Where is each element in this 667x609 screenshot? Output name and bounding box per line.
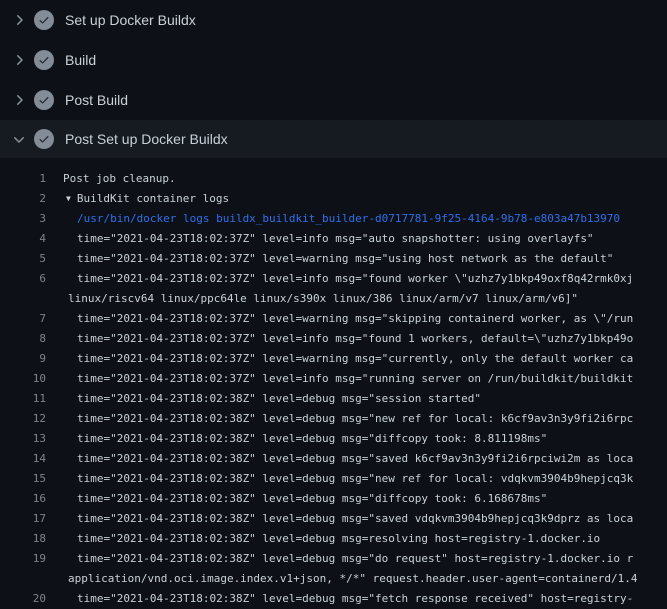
step-row-build[interactable]: Build: [0, 40, 667, 80]
log-line-continuation: linux/riscv64 linux/ppc64le linux/s390x …: [0, 289, 667, 309]
step-label: Set up Docker Buildx: [65, 12, 196, 28]
log-line: 3/usr/bin/docker logs buildx_buildkit_bu…: [0, 209, 667, 229]
log-line-number[interactable]: 5: [0, 249, 46, 269]
log-line: 16time="2021-04-23T18:02:38Z" level=debu…: [0, 489, 667, 509]
log-line-number[interactable]: 20: [0, 589, 46, 609]
log-line-number[interactable]: 6: [0, 269, 46, 289]
log-line-text: time="2021-04-23T18:02:38Z" level=debug …: [46, 489, 547, 509]
log-line-text: time="2021-04-23T18:02:38Z" level=debug …: [46, 449, 633, 469]
log-line: 8time="2021-04-23T18:02:37Z" level=info …: [0, 329, 667, 349]
log-line: 5time="2021-04-23T18:02:37Z" level=warni…: [0, 249, 667, 269]
step-row-set-up-docker-buildx[interactable]: Set up Docker Buildx: [0, 0, 667, 40]
triangle-down-icon[interactable]: ▼: [66, 189, 71, 209]
log-line-number[interactable]: 10: [0, 369, 46, 389]
log-line: 12time="2021-04-23T18:02:38Z" level=debu…: [0, 409, 667, 429]
log-line-text: time="2021-04-23T18:02:38Z" level=debug …: [46, 529, 600, 549]
log-line-text: time="2021-04-23T18:02:37Z" level=warnin…: [46, 309, 633, 329]
log-line-text: time="2021-04-23T18:02:37Z" level=warnin…: [46, 249, 613, 269]
log-group-title[interactable]: BuildKit container logs: [77, 192, 229, 205]
log-line: 10time="2021-04-23T18:02:37Z" level=info…: [0, 369, 667, 389]
log-line-number[interactable]: 17: [0, 509, 46, 529]
log-line-text: Post job cleanup.: [46, 169, 176, 189]
log-line-text: time="2021-04-23T18:02:38Z" level=debug …: [46, 389, 481, 409]
log-line-text: time="2021-04-23T18:02:38Z" level=debug …: [46, 589, 633, 609]
log-line-continuation: application/vnd.oci.image.index.v1+json,…: [0, 569, 667, 589]
log-viewer: 1Post job cleanup.2 ▼ BuildKit container l…: [0, 158, 667, 609]
log-line-number[interactable]: 15: [0, 469, 46, 489]
log-line-number[interactable]: 7: [0, 309, 46, 329]
log-line: 20time="2021-04-23T18:02:38Z" level=debu…: [0, 589, 667, 609]
check-circle-icon: [34, 50, 54, 70]
log-line: 13time="2021-04-23T18:02:38Z" level=debu…: [0, 429, 667, 449]
log-line-text: application/vnd.oci.image.index.v1+json,…: [46, 569, 638, 589]
log-line-number[interactable]: 2: [0, 189, 46, 209]
log-line: 18time="2021-04-23T18:02:38Z" level=debu…: [0, 529, 667, 549]
log-line: 11time="2021-04-23T18:02:38Z" level=debu…: [0, 389, 667, 409]
log-line: 15time="2021-04-23T18:02:38Z" level=debu…: [0, 469, 667, 489]
log-line-text: ▼ BuildKit container logs: [46, 189, 229, 209]
log-line-text: time="2021-04-23T18:02:37Z" level=info m…: [46, 269, 633, 289]
log-line-number[interactable]: 9: [0, 349, 46, 369]
chevron-down-icon: [11, 131, 27, 147]
log-line-text: time="2021-04-23T18:02:37Z" level=info m…: [46, 329, 633, 349]
log-line: 7time="2021-04-23T18:02:37Z" level=warni…: [0, 309, 667, 329]
log-line-number[interactable]: 16: [0, 489, 46, 509]
step-label: Post Build: [65, 92, 128, 108]
chevron-right-icon: [11, 92, 27, 108]
log-line-number[interactable]: 18: [0, 529, 46, 549]
log-line-text: time="2021-04-23T18:02:38Z" level=debug …: [46, 469, 633, 489]
log-line-number: [0, 289, 46, 309]
log-line-number[interactable]: 13: [0, 429, 46, 449]
log-line-number[interactable]: 3: [0, 209, 46, 229]
chevron-right-icon: [11, 52, 27, 68]
log-line-number[interactable]: 12: [0, 409, 46, 429]
log-line-text: linux/riscv64 linux/ppc64le linux/s390x …: [46, 289, 578, 309]
log-line-number: [0, 569, 46, 589]
check-circle-icon: [34, 10, 54, 30]
steps-list: Set up Docker Buildx Build Post Build Po…: [0, 0, 667, 158]
step-label: Build: [65, 52, 96, 68]
log-line: 1Post job cleanup.: [0, 169, 667, 189]
log-line-text: time="2021-04-23T18:02:38Z" level=debug …: [46, 509, 633, 529]
check-circle-icon: [34, 129, 54, 149]
step-label: Post Set up Docker Buildx: [65, 131, 228, 147]
log-line-number[interactable]: 4: [0, 229, 46, 249]
log-line-number[interactable]: 1: [0, 169, 46, 189]
log-line-text: time="2021-04-23T18:02:37Z" level=warnin…: [46, 349, 633, 369]
log-line-number[interactable]: 11: [0, 389, 46, 409]
check-circle-icon: [34, 90, 54, 110]
log-line-text: time="2021-04-23T18:02:37Z" level=info m…: [46, 229, 594, 249]
log-line: 4time="2021-04-23T18:02:37Z" level=info …: [0, 229, 667, 249]
step-row-post-build[interactable]: Post Build: [0, 80, 667, 120]
log-line-number[interactable]: 19: [0, 549, 46, 569]
log-line-number[interactable]: 8: [0, 329, 46, 349]
log-line: 14time="2021-04-23T18:02:38Z" level=debu…: [0, 449, 667, 469]
log-line-text: time="2021-04-23T18:02:38Z" level=debug …: [46, 409, 633, 429]
log-line: 19time="2021-04-23T18:02:38Z" level=debu…: [0, 549, 667, 569]
step-row-post-set-up-docker-buildx[interactable]: Post Set up Docker Buildx: [0, 120, 667, 158]
log-line: 9time="2021-04-23T18:02:37Z" level=warni…: [0, 349, 667, 369]
log-line-text: time="2021-04-23T18:02:37Z" level=info m…: [46, 369, 633, 389]
log-command-text: /usr/bin/docker logs buildx_buildkit_bui…: [46, 209, 620, 229]
log-line: 2 ▼ BuildKit container logs: [0, 189, 667, 209]
log-line: 17time="2021-04-23T18:02:38Z" level=debu…: [0, 509, 667, 529]
log-line-number[interactable]: 14: [0, 449, 46, 469]
log-line-text: time="2021-04-23T18:02:38Z" level=debug …: [46, 549, 633, 569]
log-line-text: time="2021-04-23T18:02:38Z" level=debug …: [46, 429, 547, 449]
chevron-right-icon: [11, 12, 27, 28]
log-line: 6time="2021-04-23T18:02:37Z" level=info …: [0, 269, 667, 289]
